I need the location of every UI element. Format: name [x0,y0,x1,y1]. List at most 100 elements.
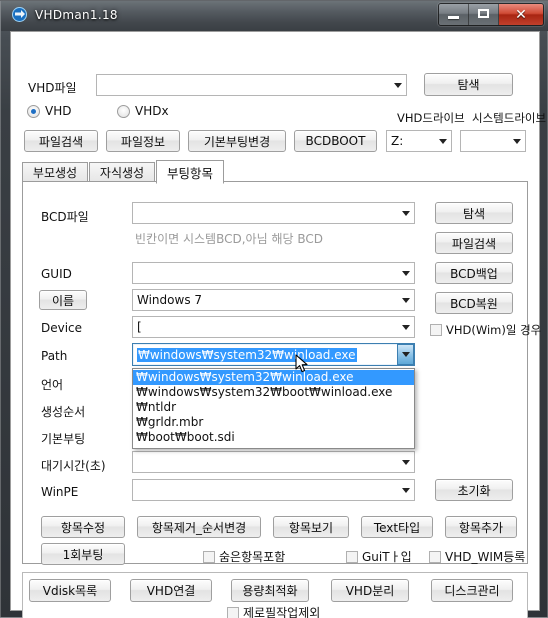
winpe-label: WinPE [41,485,79,499]
radio-vhdx[interactable]: VHDx [117,104,169,118]
radio-vhd-label: VHD [45,104,72,118]
entry-view-button[interactable]: 항목보기 [273,516,349,538]
bcd-file-search-button[interactable]: 파일검색 [435,232,513,254]
name-value: Windows 7 [137,293,203,307]
chevron-down-icon[interactable] [397,480,414,500]
system-drive-combobox[interactable] [460,130,526,152]
timeout-combobox[interactable] [132,451,415,473]
tab-child-create[interactable]: 자식생성 [89,162,155,182]
vhdfile-label: VHD파일 [28,81,77,95]
include-hidden-entries-checkbox[interactable]: 숨은항목포함 [203,548,285,565]
vhd-wim-register-checkbox[interactable]: VHD_WIM등록 [429,548,525,565]
text-type-button[interactable]: Text타입 [361,516,433,538]
chevron-down-icon[interactable] [397,452,414,472]
browse-button[interactable]: 탐색 [424,73,513,96]
mouse-cursor [295,354,309,374]
vhd-wim-case-label: VHD(Wim)일 경우 [446,323,542,337]
vhd-drive-value: Z: [391,134,404,148]
window-title: VHDman1.18 [35,7,118,22]
close-button[interactable]: ✕ [499,4,543,25]
skip-zerofill-checkbox[interactable]: 제로필작업제외 [227,604,320,618]
minimize-icon [448,16,459,19]
bcd-hint-text: 빈칸이면 시스템BCD,아님 해당 BCD [135,232,323,246]
tab-parent-create[interactable]: 부모생성 [22,162,88,182]
device-label: Device [41,321,83,335]
entry-add-button[interactable]: 항목추가 [445,516,517,538]
radio-vhd[interactable]: VHD [27,104,71,118]
path-option-2[interactable]: ₩ntldr [133,400,414,415]
window-controls: ✕ [438,3,544,26]
path-dropdown-list[interactable]: ₩windows₩system32₩winload.exe ₩windows₩s… [132,368,415,449]
chevron-down-icon[interactable] [508,131,525,151]
vhd-drive-label: VHD드라이브 [397,111,465,125]
entry-edit-button[interactable]: 항목수정 [41,516,125,538]
skip-zerofill-label: 제로필작업제외 [243,606,321,618]
vdisk-list-button[interactable]: Vdisk목록 [29,579,111,602]
name-combobox[interactable]: Windows 7 [132,289,415,311]
checkbox-indicator [429,550,441,563]
reset-button[interactable]: 초기화 [435,479,513,501]
vhd-attach-button[interactable]: VHD연결 [130,579,212,602]
radio-vhd-indicator [27,104,40,118]
bcd-backup-button[interactable]: BCD백업 [435,262,513,284]
chevron-down-icon[interactable] [397,203,414,223]
checkbox-indicator [346,550,358,563]
chevron-down-icon[interactable] [397,263,414,283]
maximize-button[interactable] [469,4,499,25]
bcd-browse-button[interactable]: 탐색 [435,202,513,224]
vhdfile-combobox[interactable] [96,74,407,96]
title-bar[interactable]: VHDman1.18 ✕ [1,1,548,31]
default-boot-change-button[interactable]: 기본부팅변경 [188,130,286,152]
minimize-button[interactable] [439,4,469,25]
path-value-wrap: ₩windows₩system32₩winload.exe [133,347,397,362]
winpe-combobox[interactable] [132,479,415,501]
vhd-detach-button[interactable]: VHD분리 [331,579,409,602]
boot-entries-panel: BCD파일 빈칸이면 시스템BCD,아님 해당 BCD GUID 이름 Wind… [22,181,541,565]
chevron-down-icon[interactable] [397,290,414,310]
bcd-restore-button[interactable]: BCD복원 [435,292,513,314]
chevron-down-icon[interactable] [434,131,451,151]
vhd-drive-combobox[interactable]: Z: [386,130,452,152]
chevron-down-icon[interactable] [389,75,406,95]
path-option-4[interactable]: ₩boot₩boot.sdi [133,430,414,445]
maximize-icon [478,9,489,18]
entry-remove-reorder-button[interactable]: 항목제거_순서변경 [137,516,261,538]
tab-strip: 부모생성 자식생성 부팅항목 [22,160,528,184]
bcdboot-button[interactable]: BCDBOOT [294,130,377,152]
client-area: VHD파일 탐색 VHD VHDx VHD드라이브 시스템드라이브 파일검색 파… [10,31,546,618]
path-value: ₩windows₩system32₩winload.exe [137,347,357,362]
checkbox-indicator [227,606,239,618]
file-search-button[interactable]: 파일검색 [24,130,98,152]
path-option-3[interactable]: ₩grldr.mbr [133,415,414,430]
bcdfile-combobox[interactable] [132,202,415,224]
radio-vhdx-label: VHDx [135,104,169,118]
guid-label: GUID [41,267,72,281]
path-label: Path [41,349,68,363]
disk-management-button[interactable]: 디스크관리 [431,579,513,602]
compact-vhd-button[interactable]: 용량최적화 [231,579,309,602]
vhd-wim-case-checkbox[interactable]: VHD(Wim)일 경우 [430,322,541,338]
path-option-0[interactable]: ₩windows₩system32₩winload.exe [133,370,414,385]
bcdfile-label: BCD파일 [41,210,89,224]
path-dropdown-toggle[interactable] [397,344,414,365]
guid-combobox[interactable] [132,262,415,284]
application-window: VHDman1.18 ✕ VHD파일 탐색 VHD VHDx VHD드라이브 시… [0,0,548,618]
name-button[interactable]: 이름 [39,290,87,310]
default-boot-label: 기본부팅 [41,432,86,446]
include-hidden-entries-label: 숨은항목포함 [219,550,286,564]
gui-type-checkbox[interactable]: GuiTㅏ입 [346,548,412,565]
path-option-1[interactable]: ₩windows₩system32₩boot₩winload.exe [133,385,414,400]
create-order-label: 생성순서 [41,405,86,419]
title-bar-left: VHDman1.18 [11,6,118,23]
window-frame: VHDman1.18 ✕ VHD파일 탐색 VHD VHDx VHD드라이브 시… [0,0,548,618]
one-time-boot-button[interactable]: 1회부팅 [41,543,125,565]
device-combobox[interactable]: [ [132,316,415,338]
path-combobox[interactable]: ₩windows₩system32₩winload.exe [132,343,415,366]
file-info-button[interactable]: 파일정보 [106,130,180,152]
chevron-down-icon[interactable] [397,317,414,337]
gui-type-label: GuiTㅏ입 [362,550,412,564]
tab-boot-entries[interactable]: 부팅항목 [156,160,224,184]
vhd-wim-register-label: VHD_WIM등록 [445,550,526,564]
close-icon: ✕ [515,6,527,23]
checkbox-indicator [430,324,442,336]
